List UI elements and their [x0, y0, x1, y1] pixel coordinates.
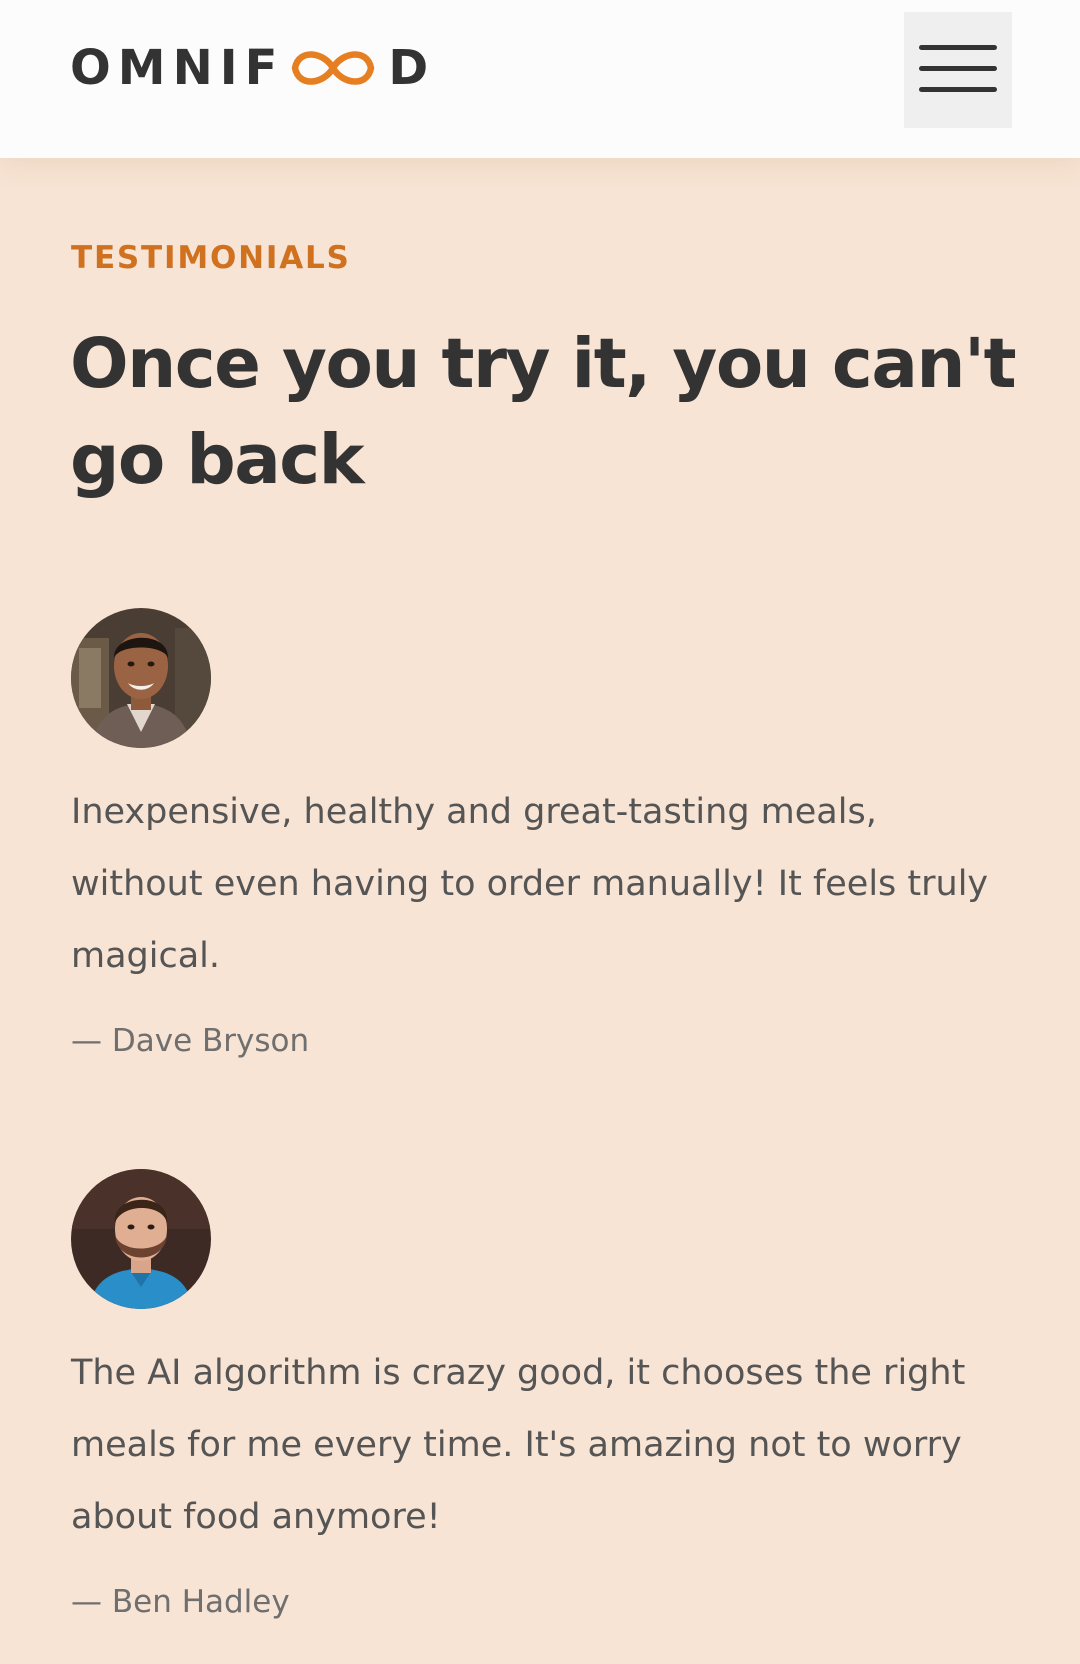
section-subheading: TESTIMONIALS	[71, 240, 351, 276]
hamburger-menu-icon	[919, 87, 997, 92]
hamburger-menu-button[interactable]	[904, 12, 1012, 128]
hamburger-menu-icon	[919, 45, 997, 50]
testimonial-quote: The AI algorithm is crazy good, it choos…	[71, 1353, 966, 1537]
customer-avatar	[71, 1169, 211, 1309]
hamburger-menu-icon	[919, 66, 997, 71]
testimonial-quote: Inexpensive, healthy and great-tasting m…	[71, 792, 989, 976]
site-header: OMNIF D	[0, 0, 1080, 158]
omnifood-logo[interactable]: OMNIF D	[70, 38, 435, 98]
infinity-loop-icon	[292, 51, 375, 85]
customer-avatar	[71, 608, 211, 748]
testimonial-author: — Dave Bryson	[71, 1023, 310, 1059]
testimonial-author: — Ben Hadley	[71, 1584, 290, 1620]
logo-text-start: OMNIF	[70, 40, 285, 96]
testimonials-section: TESTIMONIALS Once you try it, you can't …	[0, 158, 1080, 1664]
section-heading: Once you try it, you can't go back	[70, 324, 1017, 500]
logo-text-end: D	[388, 40, 436, 96]
